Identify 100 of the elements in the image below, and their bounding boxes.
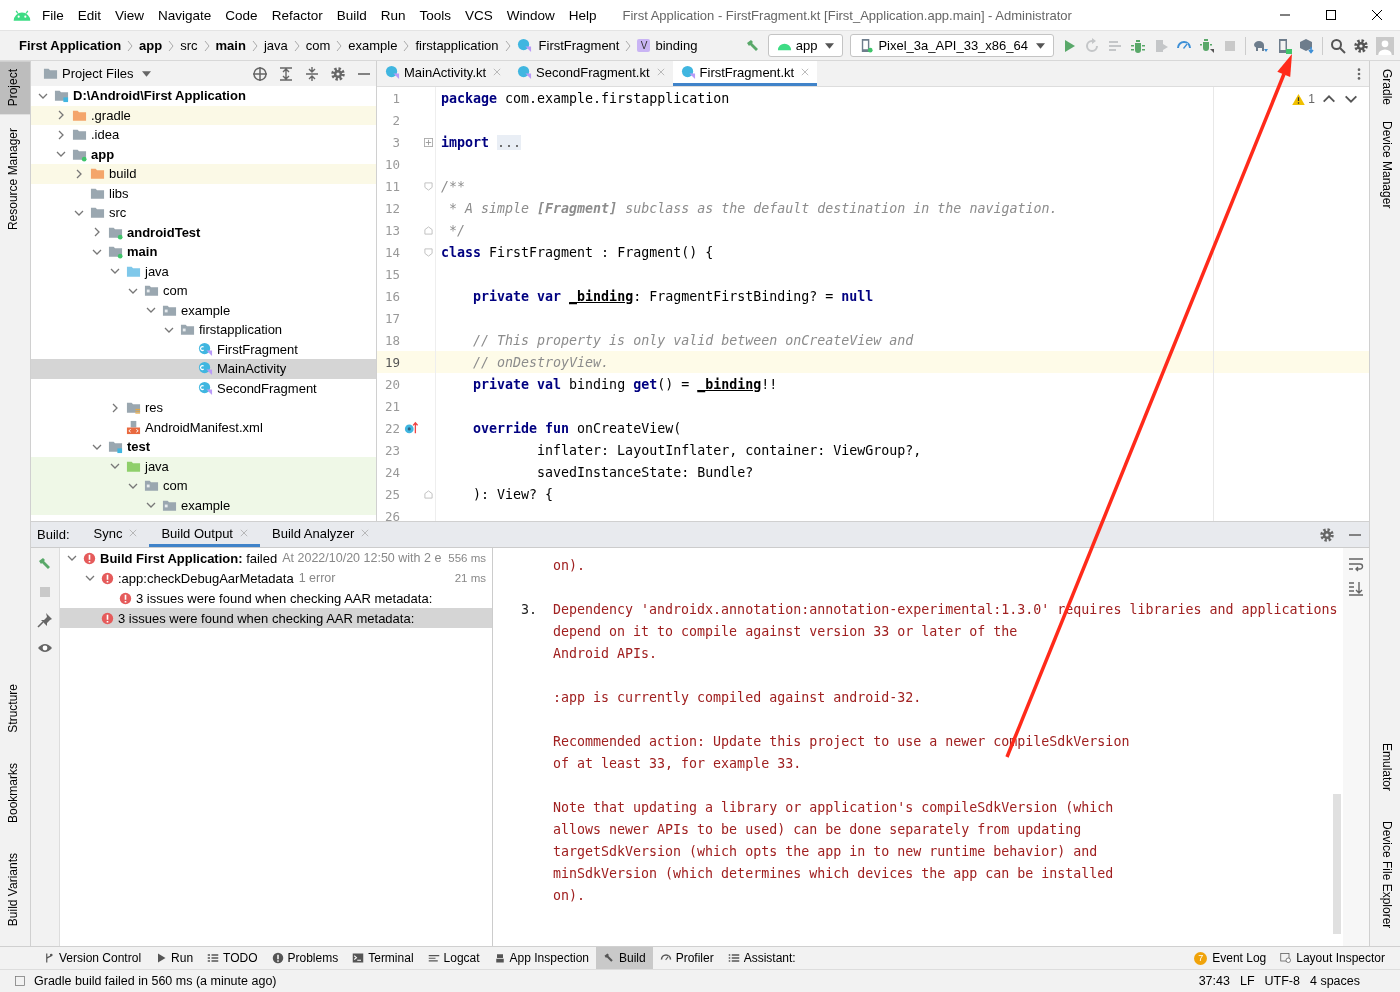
tree-item[interactable]: androidTest [31, 222, 376, 242]
tree-item[interactable]: .idea [31, 125, 376, 145]
crosshair-icon[interactable] [252, 65, 268, 82]
status-item[interactable]: LF [1239, 974, 1255, 988]
tool-window-button[interactable]: Profiler [652, 947, 721, 969]
tool-window-tab[interactable]: Bookmarks [0, 754, 30, 831]
editor-tab[interactable]: FirstFragment.kt [672, 61, 818, 86]
tree-item[interactable]: .gradle [31, 105, 376, 125]
tool-window-button[interactable]: 7 Event Log [1187, 947, 1274, 969]
tree-item[interactable]: MainActivity [31, 359, 376, 379]
hammer-icon[interactable] [37, 556, 53, 572]
cube-icon[interactable] [1299, 37, 1315, 54]
menu-item[interactable]: Refactor [271, 7, 323, 23]
menu-item[interactable]: Run [380, 7, 406, 23]
menu-item[interactable]: Build [336, 7, 367, 23]
tree-item[interactable]: example [31, 300, 376, 320]
bug-icon[interactable] [1199, 37, 1215, 54]
tool-window-tab[interactable]: Project [0, 61, 30, 115]
menu-item[interactable]: Help [568, 7, 597, 23]
status-item[interactable]: 4 spaces [1309, 974, 1360, 988]
tree-item[interactable]: build [31, 164, 376, 184]
menu-item[interactable]: VCS [465, 7, 493, 23]
menu-item[interactable]: Window [506, 7, 555, 23]
search-icon[interactable] [1330, 37, 1346, 54]
editor-tab[interactable]: MainActivity.kt [377, 61, 510, 86]
chevron-icon[interactable] [74, 168, 84, 179]
tool-window-button[interactable]: Version Control [36, 947, 149, 969]
menu-item[interactable]: View [115, 7, 145, 23]
breadcrumb-item[interactable]: FirstFragment [516, 38, 620, 53]
tree-item[interactable]: app [31, 144, 376, 164]
breadcrumb-item[interactable]: main [215, 38, 246, 53]
tree-item[interactable]: res [31, 398, 376, 418]
build-tab[interactable]: Sync [81, 522, 150, 547]
more-options-icon[interactable] [1357, 66, 1361, 81]
build-tree-item[interactable]: :app:checkDebugAarMetadata 1 error 21 ms [60, 568, 492, 588]
tree-item[interactable]: FirstFragment [31, 339, 376, 359]
tool-window-button[interactable]: Layout Inspector [1273, 947, 1392, 969]
breadcrumb-item[interactable]: com [305, 38, 331, 53]
pin-icon[interactable] [37, 612, 53, 628]
tool-window-button[interactable]: Terminal [345, 947, 421, 969]
chevron-icon[interactable] [92, 227, 102, 238]
tree-item[interactable]: main [31, 242, 376, 262]
scroll-to-end-icon[interactable] [1348, 580, 1364, 596]
menu-item[interactable]: File [42, 7, 64, 23]
tool-window-button[interactable]: App Inspection [486, 947, 596, 969]
panel-toggle-icon[interactable] [14, 975, 26, 987]
tool-window-tab[interactable]: Device Manager [1370, 113, 1400, 217]
settings-icon[interactable] [330, 65, 346, 82]
menu-item[interactable]: Edit [77, 7, 102, 23]
tool-window-button[interactable]: Assistant: [720, 947, 803, 969]
settings-icon[interactable] [1319, 526, 1335, 543]
build-tab[interactable]: Build Analyzer [260, 522, 382, 547]
tool-window-tab[interactable]: Structure [0, 676, 30, 741]
tool-window-tab[interactable]: Emulator [1370, 734, 1400, 799]
tool-window-button[interactable]: Run [148, 947, 201, 969]
breadcrumb-item[interactable]: java [263, 38, 288, 53]
chevron-icon[interactable] [56, 129, 66, 140]
warning-count[interactable]: 1 [1292, 92, 1315, 106]
tool-window-button[interactable]: Build [596, 947, 653, 969]
tool-window-tab[interactable]: Build Variants [0, 844, 30, 934]
chevron-icon[interactable] [56, 110, 66, 121]
build-tree-item[interactable]: Build First Application: failed At 2022/10/20 12:50 with 2 e 556 ms [60, 548, 492, 568]
tool-window-button[interactable]: TODO [200, 947, 265, 969]
build-tree-item[interactable]: 3 issues were found when checking AAR metadata: [60, 588, 492, 608]
breadcrumb-item[interactable]: src [180, 38, 198, 53]
editor-tab[interactable]: SecondFragment.kt [509, 61, 673, 86]
bug-icon[interactable] [1130, 37, 1146, 54]
tool-window-tab[interactable]: Gradle [1370, 61, 1400, 114]
project-view-dropdown[interactable]: Project Files [43, 66, 151, 81]
scrollbar-thumb[interactable] [1333, 794, 1341, 934]
tree-item[interactable]: java [31, 261, 376, 281]
breadcrumb-item[interactable]: First Application [19, 38, 122, 53]
tree-item[interactable]: com [31, 281, 376, 301]
chevron-icon[interactable] [110, 402, 120, 413]
tool-window-button[interactable]: Logcat [420, 947, 487, 969]
tree-item[interactable]: libs [31, 183, 376, 203]
tree-item[interactable]: src [31, 203, 376, 223]
menu-item[interactable]: Tools [419, 7, 451, 23]
hammer-icon[interactable] [744, 37, 761, 54]
breadcrumb-item[interactable]: app [139, 38, 163, 53]
chevron-icon[interactable] [85, 573, 95, 583]
override-marker-icon[interactable] [404, 421, 418, 435]
soft-wrap-icon[interactable] [1348, 556, 1364, 572]
status-item[interactable]: 37:43 [1198, 974, 1230, 988]
status-item[interactable]: UTF-8 [1264, 974, 1300, 988]
phone-icon[interactable] [1276, 37, 1292, 54]
breadcrumb-item[interactable]: example [348, 38, 398, 53]
expand-all-icon[interactable] [278, 65, 294, 82]
tree-item[interactable]: SecondFragment [31, 378, 376, 398]
tool-window-tab[interactable]: Resource Manager [0, 120, 30, 239]
tree-item[interactable]: com [31, 476, 376, 496]
breadcrumb-item[interactable]: V binding [637, 38, 698, 53]
tool-window-tab[interactable]: Device File Explorer [1370, 812, 1400, 936]
collapse-all-icon[interactable] [304, 65, 320, 82]
tree-item[interactable]: test [31, 437, 376, 457]
tree-item[interactable]: firstapplication [31, 320, 376, 340]
tree-item[interactable]: example [31, 495, 376, 515]
run-configuration-dropdown[interactable]: app [767, 34, 844, 57]
tree-item[interactable]: java [31, 456, 376, 476]
breadcrumb-item[interactable]: firstapplication [415, 38, 499, 53]
